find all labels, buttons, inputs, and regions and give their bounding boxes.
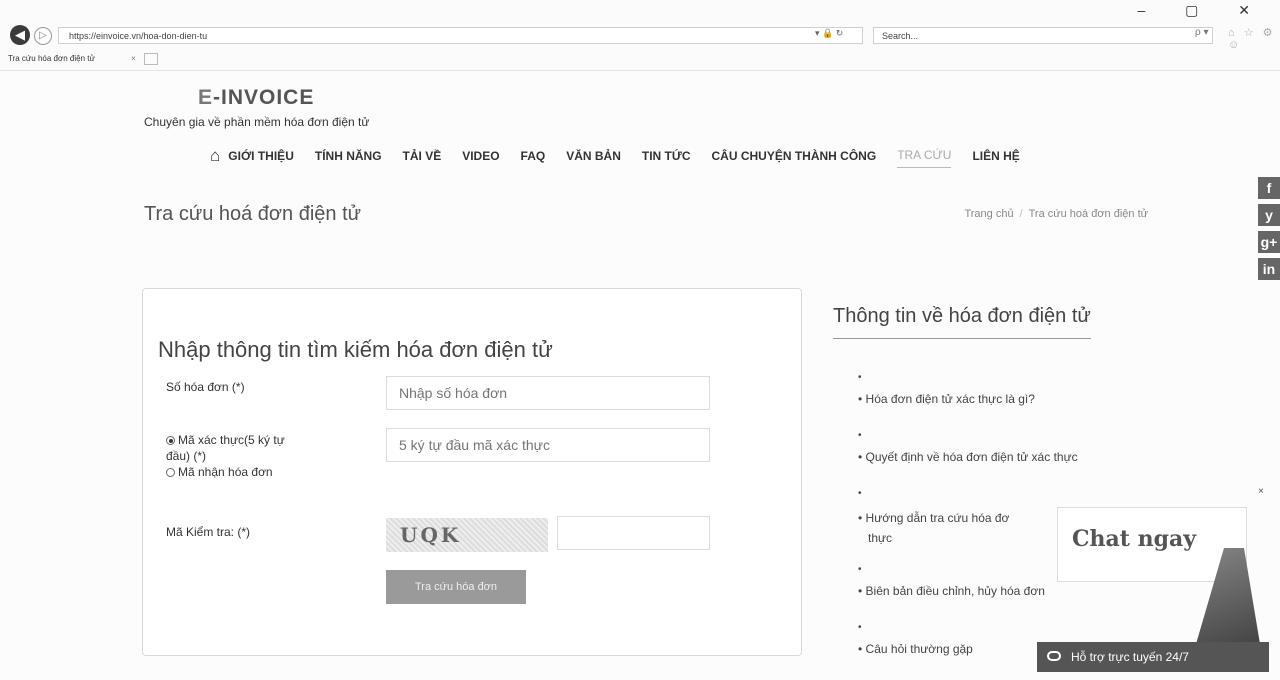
captcha-input[interactable] [557,516,710,550]
back-button[interactable]: ◀ [10,25,30,45]
site-tagline: Chuyên gia về phần mềm hóa đơn điện tử [144,115,370,129]
browser-search-input[interactable]: Search... [873,27,1213,44]
chat-now-text[interactable]: Chat ngay [1072,526,1196,552]
sidebar-item[interactable]: • Hướng dẫn tra cứu hóa đơ thực [858,508,1078,564]
address-bar-icons[interactable]: ▾ 🔒 ↻ [815,28,843,39]
sidebar-item[interactable]: • Hóa đơn điện tử xác thực là gì? [858,392,1078,430]
toolbar-icons[interactable]: ⌂ ☆ ⚙ ☺ [1228,26,1280,51]
list-bullet: • [858,564,862,575]
social-bar: f y g+ in [1258,177,1280,285]
menu-item-tinh-nang[interactable]: TÍNH NĂNG [315,149,382,163]
list-bullet: • [858,488,862,499]
verify-code-radio[interactable] [166,436,175,445]
linkedin-icon[interactable]: in [1258,258,1280,280]
breadcrumb-separator: / [1019,208,1023,220]
invoice-number-label: Số hóa đơn (*) [166,380,245,394]
chat-icon [1047,651,1061,661]
receive-code-radio[interactable] [166,468,175,477]
search-icon[interactable]: ρ ▾ [1195,27,1209,38]
menu-item-tra-cuu[interactable]: TRA CỨU [897,148,952,168]
sidebar-item[interactable]: • Biên bản điều chỉnh, hủy hóa đơn [858,584,1078,622]
menu-item-tin-tuc[interactable]: TIN TỨC [642,149,691,163]
menu-item-van-ban[interactable]: VĂN BẢN [566,149,621,163]
breadcrumb: Trang chủ / Tra cứu hoá đơn điện tử [964,208,1148,220]
online-support-bar[interactable]: Hỗ trợ trực tuyến 24/7 [1037,642,1269,672]
tab-title: Tra cứu hóa đơn điện tử [8,54,95,64]
sidebar-list: • • Hóa đơn điện tử xác thực là gì? • • … [858,372,1078,680]
facebook-icon[interactable]: f [1258,177,1280,199]
forward-button[interactable]: ▷ [34,27,52,45]
list-bullet: • [858,372,862,383]
list-bullet: • [858,622,862,633]
verify-code-label-line2: đầu) (*) [166,449,207,463]
menu-item-video[interactable]: VIDEO [462,149,499,163]
google-plus-icon[interactable]: g+ [1258,231,1280,253]
new-tab-button[interactable] [143,53,158,65]
sidebar-item[interactable]: • Quyết định về hóa đơn điện tử xác thực [858,450,1078,488]
captcha-image: UQK [386,518,548,552]
online-support-label: Hỗ trợ trực tuyến 24/7 [1071,650,1189,664]
menu-item-tai-ve[interactable]: TẢI VỀ [403,149,442,163]
logo-text: -INVOICE [213,86,315,109]
tab-close-icon[interactable]: × [131,54,136,63]
menu-item-gioi-thieu[interactable]: GIỚI THIỆU [228,149,294,163]
menu-item-faq[interactable]: FAQ [521,149,546,163]
logo-mark: E [198,86,214,109]
search-panel-title: Nhập thông tin tìm kiếm hóa đơn điện tử [158,337,553,362]
invoice-number-input[interactable] [386,376,710,410]
main-menu: ⌂ GIỚI THIỆU TÍNH NĂNG TẢI VỀ VIDEO FAQ … [210,143,1020,168]
receive-code-label: Mã nhận hóa đơn [178,465,273,479]
verify-code-label-line1: Mã xác thực(5 ký tự [178,433,285,447]
captcha-label: Mã Kiểm tra: (*) [166,525,251,539]
browser-chrome: – ▢ ✕ ◀ ▷ https://einvoice.vn/hoa-don-di… [0,0,1280,71]
verify-code-input[interactable] [386,428,710,462]
address-bar[interactable]: https://einvoice.vn/hoa-don-dien-tu [58,27,863,44]
home-icon[interactable]: ⌂ [210,146,220,166]
window-controls[interactable]: – ▢ ✕ [1137,2,1268,19]
menu-item-cau-chuyen[interactable]: CÂU CHUYỆN THÀNH CÔNG [712,149,877,163]
sidebar-title: Thông tin về hóa đơn điện tử [833,305,1091,339]
chat-close-icon[interactable]: × [1258,486,1264,497]
breadcrumb-home[interactable]: Trang chủ [964,208,1013,220]
page-title: Tra cứu hoá đơn điện tử [144,203,362,225]
site-logo[interactable]: E-INVOICE [198,86,314,110]
twitter-icon[interactable]: y [1258,204,1280,226]
search-invoice-button[interactable]: Tra cứu hóa đơn [386,570,526,604]
browser-tab[interactable]: Tra cứu hóa đơn điện tử × [8,53,158,65]
menu-item-lien-he[interactable]: LIÊN HỆ [972,149,1019,163]
breadcrumb-current: Tra cứu hoá đơn điện tử [1028,208,1148,220]
verify-code-option[interactable]: Mã xác thực(5 ký tự đầu) (*) Mã nhận hóa… [166,432,285,480]
list-bullet: • [858,430,862,441]
